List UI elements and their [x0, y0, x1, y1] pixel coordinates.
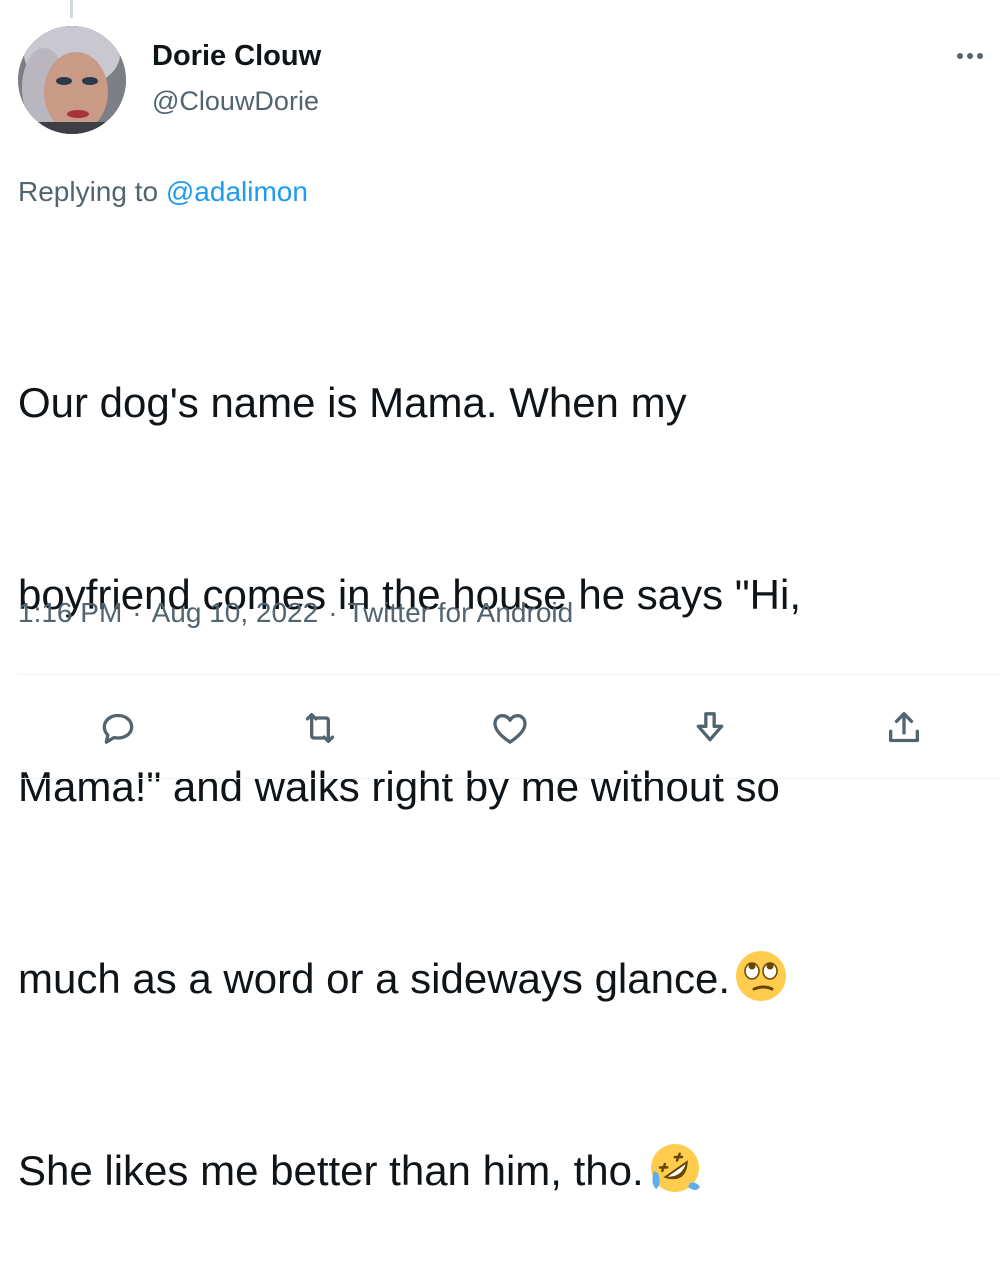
- meta-separator: ·: [328, 597, 338, 628]
- tweet-line-with-emoji: She likes me better than him, tho.: [18, 1139, 988, 1203]
- tweet-date[interactable]: Aug 10, 2022: [152, 597, 319, 628]
- tweet-line: She likes me better than him, tho.: [18, 1147, 644, 1194]
- more-dot-icon: [967, 53, 973, 59]
- more-dot-icon: [977, 53, 983, 59]
- avatar-photo: [18, 26, 126, 134]
- tweet-line: much as a word or a sideways glance.: [18, 955, 731, 1002]
- like-button[interactable]: [482, 700, 538, 756]
- like-icon: [493, 714, 527, 744]
- download-icon: [696, 712, 724, 742]
- divider: [18, 778, 1000, 779]
- tweet-source[interactable]: Twitter for Android: [348, 597, 574, 628]
- download-button[interactable]: [682, 700, 738, 756]
- more-dot-icon: [957, 53, 963, 59]
- meta-separator: ·: [132, 597, 142, 628]
- replying-to-label: Replying to: [18, 176, 159, 207]
- divider: [18, 674, 1000, 675]
- share-icon: [889, 712, 919, 743]
- tweet-time[interactable]: 1:16 PM: [18, 597, 122, 628]
- tweet-line: Our dog's name is Mama. When my: [18, 379, 687, 426]
- retweet-icon: [305, 713, 335, 743]
- reply-mention-link[interactable]: @adalimon: [166, 176, 308, 207]
- tweet-line-with-emoji: much as a word or a sideways glance.: [18, 947, 988, 1011]
- author-name[interactable]: Dorie Clouw: [152, 40, 321, 73]
- reply-button[interactable]: [90, 700, 146, 756]
- replying-to: Replying to @adalimon: [18, 176, 308, 208]
- author-handle[interactable]: @ClouwDorie: [152, 86, 319, 117]
- thread-connector-line: [70, 0, 73, 18]
- tweet-line: Mama!" and walks right by me without so: [18, 763, 780, 810]
- action-bar: [0, 700, 1000, 760]
- share-button[interactable]: [876, 700, 932, 756]
- reply-icon: [102, 713, 134, 744]
- rolling-on-the-floor-laughing-icon: [650, 1144, 700, 1192]
- tweet-meta: 1:16 PM · Aug 10, 2022 · Twitter for Android: [18, 597, 573, 629]
- avatar[interactable]: [18, 26, 126, 134]
- face-with-rolling-eyes-icon: [736, 951, 787, 1001]
- retweet-button[interactable]: [292, 700, 348, 756]
- more-options-button[interactable]: [944, 30, 996, 82]
